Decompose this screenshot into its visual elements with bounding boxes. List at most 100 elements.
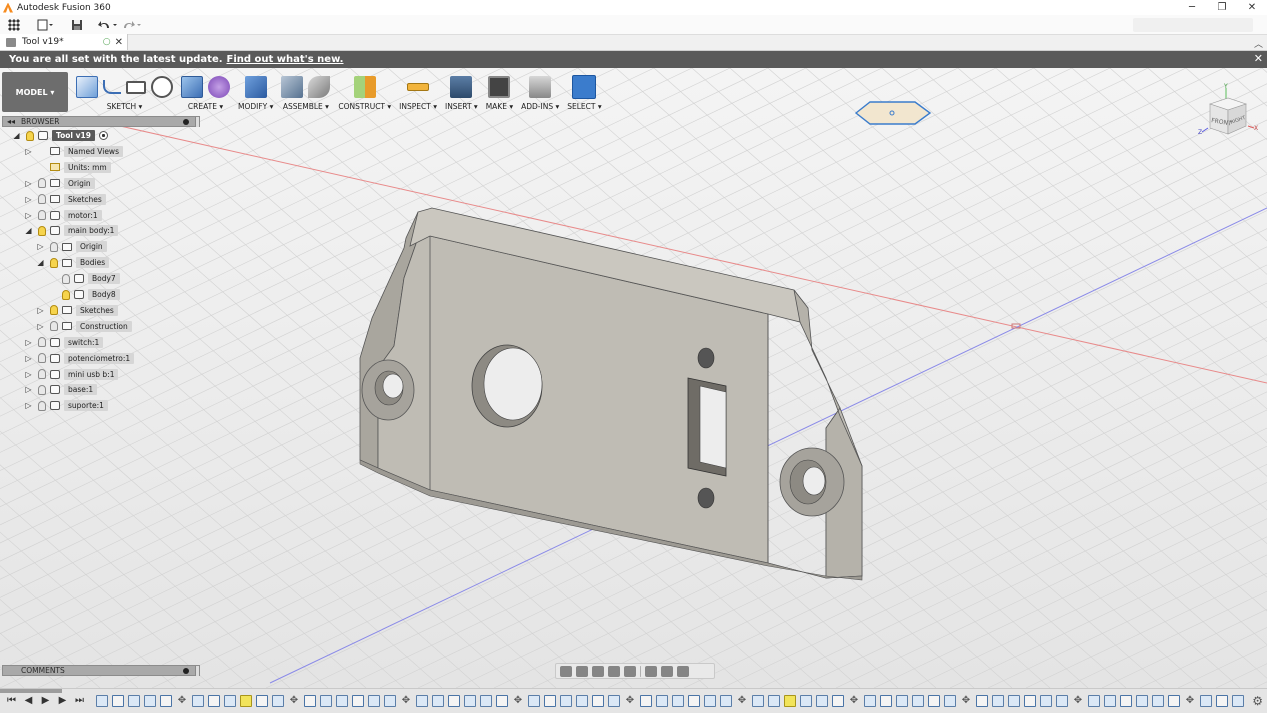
timeline-feature-item[interactable]	[96, 695, 108, 707]
timeline-selected-feature-item[interactable]	[240, 695, 252, 707]
timeline-sketch-item[interactable]	[160, 695, 172, 707]
timeline-sketch-item[interactable]	[592, 695, 604, 707]
joint-icon[interactable]	[308, 76, 331, 98]
timeline-sketch-item[interactable]	[880, 695, 892, 707]
timeline-feature-item[interactable]	[192, 695, 204, 707]
browser-tree-row[interactable]: ◢ main body:1	[24, 224, 119, 237]
collapse-chevron-icon[interactable]: ︿	[1254, 37, 1263, 50]
browser-tree-row[interactable]: ▷ Sketches	[24, 193, 106, 206]
timeline-feature-item[interactable]	[480, 695, 492, 707]
browser-tree-row[interactable]: ▷ Sketches	[36, 304, 118, 317]
timeline-sketch-item[interactable]	[1024, 695, 1036, 707]
rectangle-tool-icon[interactable]	[126, 80, 146, 94]
browser-tree-row[interactable]: ▷ suporte:1	[24, 399, 108, 412]
step-back-icon[interactable]: ◀	[23, 695, 34, 706]
timeline-feature-item[interactable]	[128, 695, 140, 707]
collapsed-triangle-icon[interactable]: ▷	[24, 195, 33, 204]
timeline-feature-item[interactable]	[608, 695, 620, 707]
timeline-sketch-item[interactable]	[832, 695, 844, 707]
modify-group[interactable]: MODIFY ▾	[238, 72, 273, 111]
timeline-sketch-item[interactable]	[976, 695, 988, 707]
extrude-icon[interactable]	[181, 76, 203, 98]
timeline-feature-item[interactable]	[560, 695, 572, 707]
timeline-feature-item[interactable]	[336, 695, 348, 707]
close-notification-icon[interactable]: ✕	[1254, 52, 1263, 65]
timeline-feature-item[interactable]	[720, 695, 732, 707]
whats-new-link[interactable]: Find out what's new.	[227, 54, 344, 65]
pan-hand-icon[interactable]	[592, 665, 604, 677]
zoom-icon[interactable]	[608, 665, 620, 677]
timeline-sketch-item[interactable]	[352, 695, 364, 707]
timeline-feature-item[interactable]	[144, 695, 156, 707]
visibility-bulb-icon[interactable]	[38, 194, 46, 205]
comments-grip-icon[interactable]	[195, 665, 199, 676]
timeline-feature-item[interactable]	[864, 695, 876, 707]
timeline-feature-item[interactable]	[1040, 695, 1052, 707]
scripts-addins-icon[interactable]	[529, 76, 552, 98]
visibility-bulb-icon[interactable]	[38, 400, 46, 411]
selected-sketch-hexagon[interactable]	[854, 101, 932, 125]
visibility-bulb-icon[interactable]	[38, 210, 46, 220]
press-pull-icon[interactable]	[244, 76, 267, 98]
timeline-feature-item[interactable]	[224, 695, 236, 707]
addins-menu-label[interactable]: ADD-INS ▾	[521, 102, 559, 111]
restore-button[interactable]: ❐	[1207, 0, 1237, 15]
timeline-move-item[interactable]: ✥	[736, 695, 748, 707]
grid-snaps-icon[interactable]	[661, 665, 673, 677]
timeline-feature-item[interactable]	[672, 695, 684, 707]
timeline-feature-item[interactable]	[1136, 695, 1148, 707]
construct-group[interactable]: CONSTRUCT ▾	[338, 72, 391, 111]
close-window-button[interactable]: ✕	[1237, 0, 1267, 15]
browser-tree-row[interactable]: ◢ Tool v19	[12, 129, 108, 142]
look-at-icon[interactable]	[576, 665, 588, 677]
expanded-triangle-icon[interactable]: ◢	[36, 258, 45, 267]
timeline-feature-item[interactable]	[752, 695, 764, 707]
expanded-triangle-icon[interactable]: ◢	[12, 131, 21, 140]
construct-menu-label[interactable]: CONSTRUCT ▾	[338, 102, 391, 111]
visibility-bulb-icon[interactable]	[50, 257, 58, 268]
collapsed-triangle-icon[interactable]: ▷	[36, 242, 45, 251]
browser-header[interactable]: ◂◂ BROWSER	[2, 116, 200, 127]
fit-icon[interactable]	[624, 665, 636, 677]
visibility-bulb-icon[interactable]	[38, 369, 46, 379]
visibility-bulb-icon[interactable]	[38, 337, 46, 348]
collapsed-triangle-icon[interactable]: ▷	[24, 179, 33, 188]
browser-tree-row[interactable]: Body8	[48, 288, 120, 301]
timeline-move-item[interactable]: ✥	[624, 695, 636, 707]
save-icon[interactable]	[66, 16, 88, 34]
timeline-feature-item[interactable]	[1104, 695, 1116, 707]
go-to-start-icon[interactable]: ⏮	[6, 695, 17, 706]
timeline-sketch-item[interactable]	[496, 695, 508, 707]
timeline-feature-item[interactable]	[1152, 695, 1164, 707]
visibility-bulb-icon[interactable]	[50, 241, 58, 252]
browser-tree-row[interactable]: ▷ Origin	[24, 177, 95, 190]
insert-group[interactable]: INSERT ▾	[445, 72, 478, 111]
timeline-feature-item[interactable]	[912, 695, 924, 707]
timeline-feature-item[interactable]	[576, 695, 588, 707]
visibility-bulb-icon[interactable]	[50, 321, 58, 332]
collapsed-triangle-icon[interactable]: ▷	[36, 306, 45, 315]
play-icon[interactable]: ▶	[40, 695, 51, 706]
collapse-arrows-icon[interactable]: ◂◂	[7, 117, 15, 126]
browser-tree-row[interactable]: ▷ base:1	[24, 383, 98, 396]
make-group[interactable]: MAKE ▾	[486, 72, 513, 111]
browser-tree-row[interactable]: Body7	[48, 272, 120, 285]
assemble-menu-label[interactable]: ASSEMBLE ▾	[283, 102, 329, 111]
3d-print-icon[interactable]	[488, 76, 511, 98]
timeline-feature-item[interactable]	[432, 695, 444, 707]
visibility-bulb-icon[interactable]	[38, 353, 46, 364]
timeline-move-item[interactable]: ✥	[176, 695, 188, 707]
visibility-bulb-icon[interactable]	[38, 225, 46, 236]
create-menu-label[interactable]: CREATE ▾	[188, 102, 223, 111]
timeline-feature-item[interactable]	[1088, 695, 1100, 707]
timeline-feature-item[interactable]	[656, 695, 668, 707]
collapsed-triangle-icon[interactable]: ▷	[24, 401, 33, 410]
addins-group[interactable]: ADD-INS ▾	[521, 72, 559, 111]
browser-tree-row[interactable]: ▷ Origin	[36, 240, 107, 253]
timeline-feature-item[interactable]	[320, 695, 332, 707]
sketch-group[interactable]: SKETCH ▾	[76, 72, 173, 111]
timeline-sketch-item[interactable]	[256, 695, 268, 707]
insert-menu-label[interactable]: INSERT ▾	[445, 102, 478, 111]
visibility-bulb-icon[interactable]	[62, 273, 70, 284]
comments-panel[interactable]: COMMENTS	[2, 665, 200, 676]
